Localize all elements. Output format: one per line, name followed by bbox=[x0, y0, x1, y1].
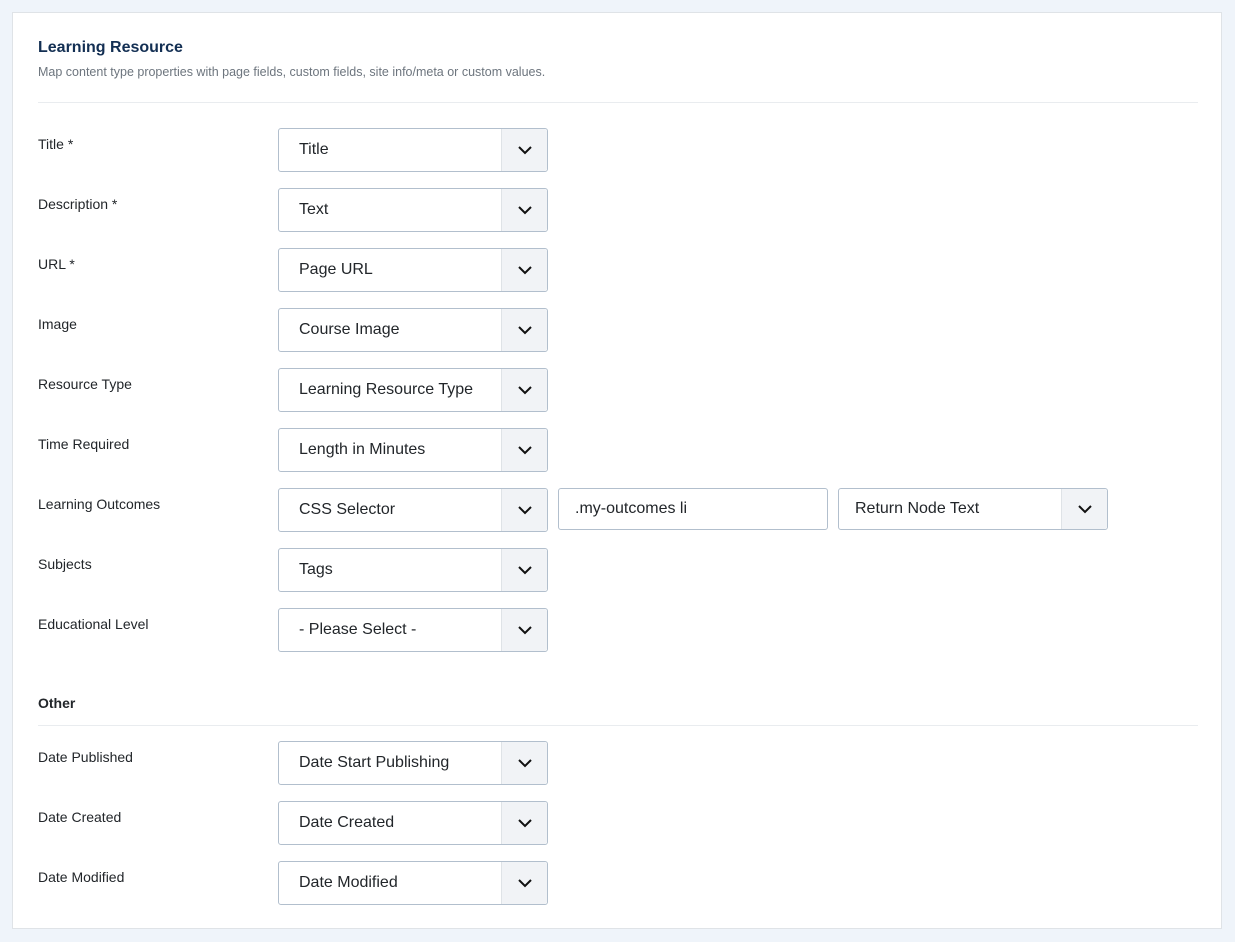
field-row-date-published: Date Published Date Start Publishing bbox=[38, 741, 1198, 785]
field-label: Title * bbox=[38, 136, 74, 152]
dropdown-button[interactable] bbox=[1061, 489, 1107, 529]
field-row-title: Title * Title bbox=[38, 128, 1198, 172]
chevron-down-icon bbox=[518, 446, 532, 455]
learning-outcomes-select[interactable]: CSS Selector bbox=[278, 488, 548, 532]
chevron-down-icon bbox=[518, 266, 532, 275]
select-value: Course Image bbox=[299, 321, 400, 338]
description-select[interactable]: Text bbox=[278, 188, 548, 232]
field-row-educational-level: Educational Level - Please Select - bbox=[38, 608, 1198, 652]
chevron-down-icon bbox=[1078, 505, 1092, 514]
chevron-down-icon bbox=[518, 146, 532, 155]
chevron-down-icon bbox=[518, 759, 532, 768]
field-label: Educational Level bbox=[38, 616, 149, 632]
field-label: Time Required bbox=[38, 436, 130, 452]
chevron-down-icon bbox=[518, 819, 532, 828]
field-row-date-modified: Date Modified Date Modified bbox=[38, 861, 1198, 905]
chevron-down-icon bbox=[518, 566, 532, 575]
chevron-down-icon bbox=[518, 206, 532, 215]
dropdown-button[interactable] bbox=[501, 489, 547, 531]
field-label: Resource Type bbox=[38, 376, 132, 392]
field-row-time-required: Time Required Length in Minutes bbox=[38, 428, 1198, 472]
title-select[interactable]: Title bbox=[278, 128, 548, 172]
field-row-learning-outcomes: Learning Outcomes CSS Selector .my-outco… bbox=[38, 488, 1198, 532]
date-modified-select[interactable]: Date Modified bbox=[278, 861, 548, 905]
panel-title: Learning Resource bbox=[38, 39, 183, 56]
select-value: Return Node Text bbox=[855, 500, 980, 517]
field-row-url: URL * Page URL bbox=[38, 248, 1198, 292]
chevron-down-icon bbox=[518, 326, 532, 335]
dropdown-button[interactable] bbox=[501, 429, 547, 471]
chevron-down-icon bbox=[518, 626, 532, 635]
section-divider bbox=[38, 725, 1198, 726]
dropdown-button[interactable] bbox=[501, 609, 547, 651]
field-label: Date Published bbox=[38, 749, 133, 765]
field-row-description: Description * Text bbox=[38, 188, 1198, 232]
chevron-down-icon bbox=[518, 386, 532, 395]
dropdown-button[interactable] bbox=[501, 309, 547, 351]
dropdown-button[interactable] bbox=[501, 369, 547, 411]
select-value: Text bbox=[299, 201, 329, 218]
field-label: Description * bbox=[38, 196, 118, 212]
dropdown-button[interactable] bbox=[501, 549, 547, 591]
select-value: Date Modified bbox=[299, 874, 398, 891]
field-label: Learning Outcomes bbox=[38, 496, 161, 512]
dropdown-button[interactable] bbox=[501, 189, 547, 231]
chevron-down-icon bbox=[518, 879, 532, 888]
select-value: CSS Selector bbox=[299, 501, 396, 518]
dropdown-button[interactable] bbox=[501, 802, 547, 844]
dropdown-button[interactable] bbox=[501, 249, 547, 291]
select-value: Learning Resource Type bbox=[299, 381, 474, 398]
select-value: - Please Select - bbox=[299, 621, 417, 638]
learning-resource-panel: Learning Resource Map content type prope… bbox=[12, 12, 1222, 929]
select-value: Tags bbox=[299, 561, 333, 578]
select-value: Date Created bbox=[299, 814, 395, 831]
select-value: Page URL bbox=[299, 261, 373, 278]
panel-subtitle: Map content type properties with page fi… bbox=[38, 65, 546, 79]
field-label: Subjects bbox=[38, 556, 92, 572]
select-value: Date Start Publishing bbox=[299, 754, 450, 771]
select-value: Length in Minutes bbox=[299, 441, 426, 458]
return-mode-select[interactable]: Return Node Text bbox=[838, 488, 1108, 530]
resource-type-select[interactable]: Learning Resource Type bbox=[278, 368, 548, 412]
field-row-resource-type: Resource Type Learning Resource Type bbox=[38, 368, 1198, 412]
dropdown-button[interactable] bbox=[501, 129, 547, 171]
date-published-select[interactable]: Date Start Publishing bbox=[278, 741, 548, 785]
input-value: .my-outcomes li bbox=[575, 500, 688, 517]
subjects-select[interactable]: Tags bbox=[278, 548, 548, 592]
field-row-date-created: Date Created Date Created bbox=[38, 801, 1198, 845]
dropdown-button[interactable] bbox=[501, 742, 547, 784]
field-label: URL * bbox=[38, 256, 75, 272]
chevron-down-icon bbox=[518, 506, 532, 515]
field-row-image: Image Course Image bbox=[38, 308, 1198, 352]
educational-level-select[interactable]: - Please Select - bbox=[278, 608, 548, 652]
time-required-select[interactable]: Length in Minutes bbox=[278, 428, 548, 472]
field-label: Image bbox=[38, 316, 77, 332]
css-selector-input[interactable]: .my-outcomes li bbox=[558, 488, 828, 530]
field-row-subjects: Subjects Tags bbox=[38, 548, 1198, 592]
dropdown-button[interactable] bbox=[501, 862, 547, 904]
url-select[interactable]: Page URL bbox=[278, 248, 548, 292]
select-value: Title bbox=[299, 141, 329, 158]
image-select[interactable]: Course Image bbox=[278, 308, 548, 352]
field-label: Date Modified bbox=[38, 869, 125, 885]
section-heading-other: Other bbox=[38, 695, 76, 711]
header-divider bbox=[38, 102, 1198, 103]
date-created-select[interactable]: Date Created bbox=[278, 801, 548, 845]
field-label: Date Created bbox=[38, 809, 122, 825]
